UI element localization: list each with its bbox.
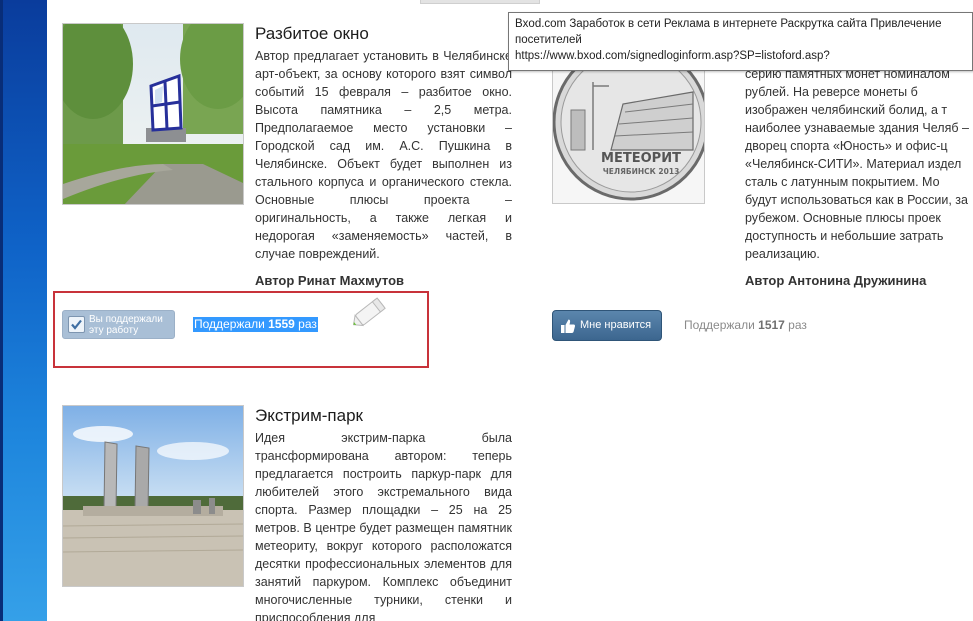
card-image-meteorite-coin[interactable]: МЕТЕОРИТ ЧЕЛЯБИНСК 2013 <box>552 62 705 204</box>
card-title[interactable]: Экстрим-парк <box>255 406 363 426</box>
support-count: Поддержали 1559 раз <box>193 317 318 332</box>
card-author: Автор Антонина Дружинина <box>745 273 927 288</box>
supported-label: Вы поддержали эту работу <box>89 314 163 336</box>
thumbs-up-icon <box>560 318 576 334</box>
card-description: Идея экстрим-парка была трансформирована… <box>255 431 512 621</box>
like-label: Мне нравится <box>580 319 652 331</box>
top-bar-fragment <box>420 0 540 4</box>
pencil-icon <box>348 292 390 332</box>
supported-button[interactable]: Вы поддержали эту работу <box>62 310 175 339</box>
support-count: Поддержали 1517 раз <box>684 318 807 332</box>
card-description: серию памятных монет номиналом рублей. Н… <box>745 67 969 261</box>
left-background-strip <box>0 0 47 621</box>
card-author: Автор Ринат Махмутов <box>255 273 405 288</box>
coin-text: МЕТЕОРИТ <box>601 151 681 166</box>
coin-subtext: ЧЕЛЯБИНСК 2013 <box>603 167 680 176</box>
link-tooltip: Bxod.com Заработок в сети Реклама в инте… <box>508 12 973 71</box>
tooltip-title: Bxod.com Заработок в сети Реклама в инте… <box>515 18 942 46</box>
like-button[interactable]: Мне нравится <box>552 310 662 341</box>
card-image-extreme-park[interactable] <box>62 405 244 587</box>
check-icon <box>68 316 85 333</box>
card-title[interactable]: Разбитое окно <box>255 24 369 44</box>
card-image-broken-window[interactable] <box>62 23 244 205</box>
card-description: Автор предлагает установить в Челябинске… <box>255 49 512 261</box>
tooltip-url: https://www.bxod.com/signedloginform.asp… <box>515 50 830 62</box>
